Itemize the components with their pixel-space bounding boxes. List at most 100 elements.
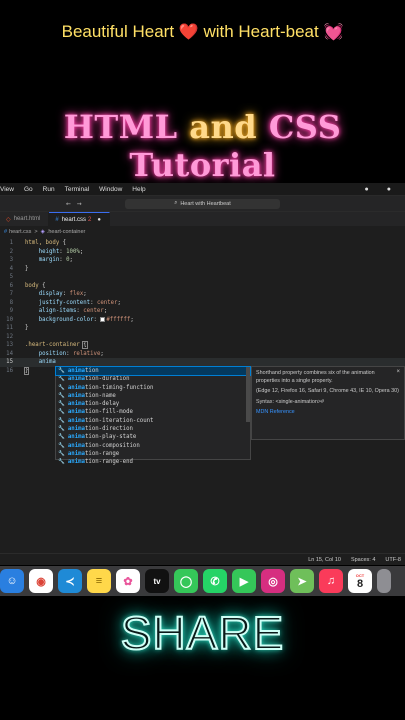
line-number: 7	[9, 291, 13, 297]
suggestion-item[interactable]: 🔧 anima tion-play-state	[56, 433, 250, 441]
indentation[interactable]: Spaces: 4	[351, 557, 375, 563]
code-line: 14 position: relative;	[0, 350, 405, 359]
command-center-text: Heart with Heartbeat	[180, 200, 231, 207]
code-line: 1 html, body {	[0, 239, 405, 248]
suggestion-item[interactable]: 🔧 anima tion	[55, 365, 251, 377]
code-text: display: flex;	[38, 291, 87, 297]
code-selector: html, body	[25, 240, 60, 246]
code-editor-window: View Go Run Terminal Window Help ● ● ←→ …	[0, 183, 405, 565]
code-line: 6 body {	[0, 282, 405, 291]
line-number: 16	[6, 367, 13, 374]
music-icon[interactable]: ♫	[319, 569, 343, 593]
command-center-search[interactable]: ⌕ Heart with Heartbeat	[125, 198, 280, 209]
property-icon: 🔧	[58, 459, 65, 466]
suggestion-item[interactable]: 🔧 anima tion-delay	[56, 400, 250, 408]
menu-bar: View Go Run Terminal Window Help ● ●	[0, 183, 405, 196]
suggestion-item[interactable]: 🔧 anima tion-timing-function	[56, 384, 250, 392]
line-number: 14	[6, 350, 13, 357]
suggestion-item[interactable]: 🔧 anima tion-composition	[56, 442, 250, 450]
control-center-icon[interactable]: ●	[365, 186, 369, 193]
maps-icon[interactable]: ➤	[290, 569, 314, 593]
code-text: }	[25, 325, 29, 331]
nav-arrows: ←→	[66, 199, 88, 208]
tab-heart-html[interactable]: ◇ heart.html	[0, 212, 50, 226]
tab-label: heart.html	[13, 216, 41, 222]
line-number: 2	[9, 248, 13, 255]
menu-help[interactable]: Help	[132, 186, 145, 193]
suggestion-item[interactable]: 🔧 anima tion-iteration-count	[56, 417, 250, 425]
video-caption: Beautiful Heart ❤️ with Heart-beat 💓	[0, 22, 405, 42]
details-browsers: (Edge 12, Firefox 16, Safari 9, Chrome 4…	[256, 388, 399, 394]
app-icon-partial[interactable]	[377, 569, 391, 593]
line-number: 9	[9, 308, 13, 314]
property-icon: 🔧	[58, 434, 65, 441]
finder-icon[interactable]: ☺	[0, 569, 24, 593]
line-number: 10	[6, 316, 13, 323]
menu-go[interactable]: Go	[24, 186, 33, 193]
code-text: align-items: center;	[38, 308, 108, 314]
code-text: }	[23, 366, 30, 375]
property-icon: 🔧	[58, 401, 65, 408]
property-icon: 🔧	[58, 368, 65, 374]
apple-tv-icon[interactable]: tv	[145, 569, 169, 593]
code-line: 10 background-color: #ffffff;	[0, 316, 405, 325]
suggestion-item[interactable]: 🔧 anima tion-duration	[56, 375, 250, 383]
line-number: 3	[9, 257, 13, 263]
menu-window[interactable]: Window	[99, 186, 122, 193]
code-line: 4}	[0, 265, 405, 274]
code-text: height: 100%;	[38, 248, 84, 255]
breadcrumb-symbol[interactable]: .heart-container	[47, 229, 86, 235]
beating-heart-icon: 💓	[323, 24, 344, 41]
search-icon: ⌕	[174, 200, 178, 206]
line-number: 4	[9, 265, 13, 272]
facetime-icon[interactable]: ▶	[232, 569, 256, 593]
mdn-reference-link[interactable]: MDN Reference	[256, 409, 400, 417]
color-swatch[interactable]	[100, 316, 106, 322]
vscode-icon[interactable]: ≺	[58, 569, 82, 593]
menu-view[interactable]: View	[0, 186, 14, 193]
suggestion-item[interactable]: 🔧 anima tion-fill-mode	[56, 408, 250, 416]
code-area[interactable]: 1 html, body { 2 height: 100%; 3 margin: …	[0, 239, 405, 375]
share-text: SHARE	[120, 606, 285, 660]
instagram-icon[interactable]: ◎	[261, 569, 285, 593]
cursor-position[interactable]: Ln 15, Col 10	[308, 557, 341, 563]
suggestion-item[interactable]: 🔧 anima tion-name	[56, 392, 250, 400]
close-icon[interactable]: ×	[396, 369, 400, 377]
suggestion-item[interactable]: 🔧 anima tion-range-end	[56, 458, 250, 466]
line-number: 12	[6, 333, 13, 340]
unsaved-dot-icon[interactable]: ●	[97, 217, 101, 223]
messages-icon[interactable]: ◯	[174, 569, 198, 593]
power-icon[interactable]: ●	[387, 186, 391, 193]
suggestion-item[interactable]: 🔧 anima tion-range	[56, 450, 250, 458]
html-file-icon: ◇	[6, 216, 11, 223]
code-text: body {	[25, 282, 46, 289]
editor-tabs: ◇ heart.html # heart.css 2 ●	[0, 212, 405, 226]
suggestion-details: × Shorthand property combines six of the…	[251, 366, 405, 440]
property-icon: 🔧	[58, 376, 65, 383]
line-number: 8	[9, 299, 13, 306]
encoding[interactable]: UTF-8	[385, 557, 401, 563]
menu-run[interactable]: Run	[43, 186, 55, 193]
css-file-icon: #	[4, 228, 8, 235]
red-heart-icon: ❤️	[178, 24, 199, 41]
notes-icon[interactable]: ≡	[87, 569, 111, 593]
breadcrumb-separator: >	[34, 228, 38, 235]
caption-middle: with Heart-beat	[198, 22, 324, 41]
chrome-icon[interactable]: ◉	[29, 569, 53, 593]
dock: ☺ ◉ ≺ ≡ ✿ tv ◯ ✆ ▶ ◎ ➤ ♫ OCT 8	[0, 566, 405, 596]
suggestion-item[interactable]: 🔧 anima tion-direction	[56, 425, 250, 433]
code-line: 3 margin: 0;	[0, 256, 405, 265]
menu-terminal[interactable]: Terminal	[65, 186, 90, 193]
code-line: 8 justify-content: center;	[0, 299, 405, 308]
photos-icon[interactable]: ✿	[116, 569, 140, 593]
back-arrow-icon[interactable]: ←	[66, 199, 77, 208]
whatsapp-icon[interactable]: ✆	[203, 569, 227, 593]
breadcrumb-file[interactable]: heart.css	[9, 229, 31, 235]
suggestions-scrollbar[interactable]	[246, 367, 250, 422]
code-text: position: relative;	[38, 350, 104, 357]
calendar-icon[interactable]: OCT 8	[348, 569, 372, 593]
forward-arrow-icon[interactable]: →	[77, 199, 88, 208]
property-icon: 🔧	[58, 450, 65, 457]
tab-heart-css[interactable]: # heart.css 2 ●	[49, 212, 110, 226]
breadcrumb: # heart.css > ◈ .heart-container	[0, 226, 405, 237]
